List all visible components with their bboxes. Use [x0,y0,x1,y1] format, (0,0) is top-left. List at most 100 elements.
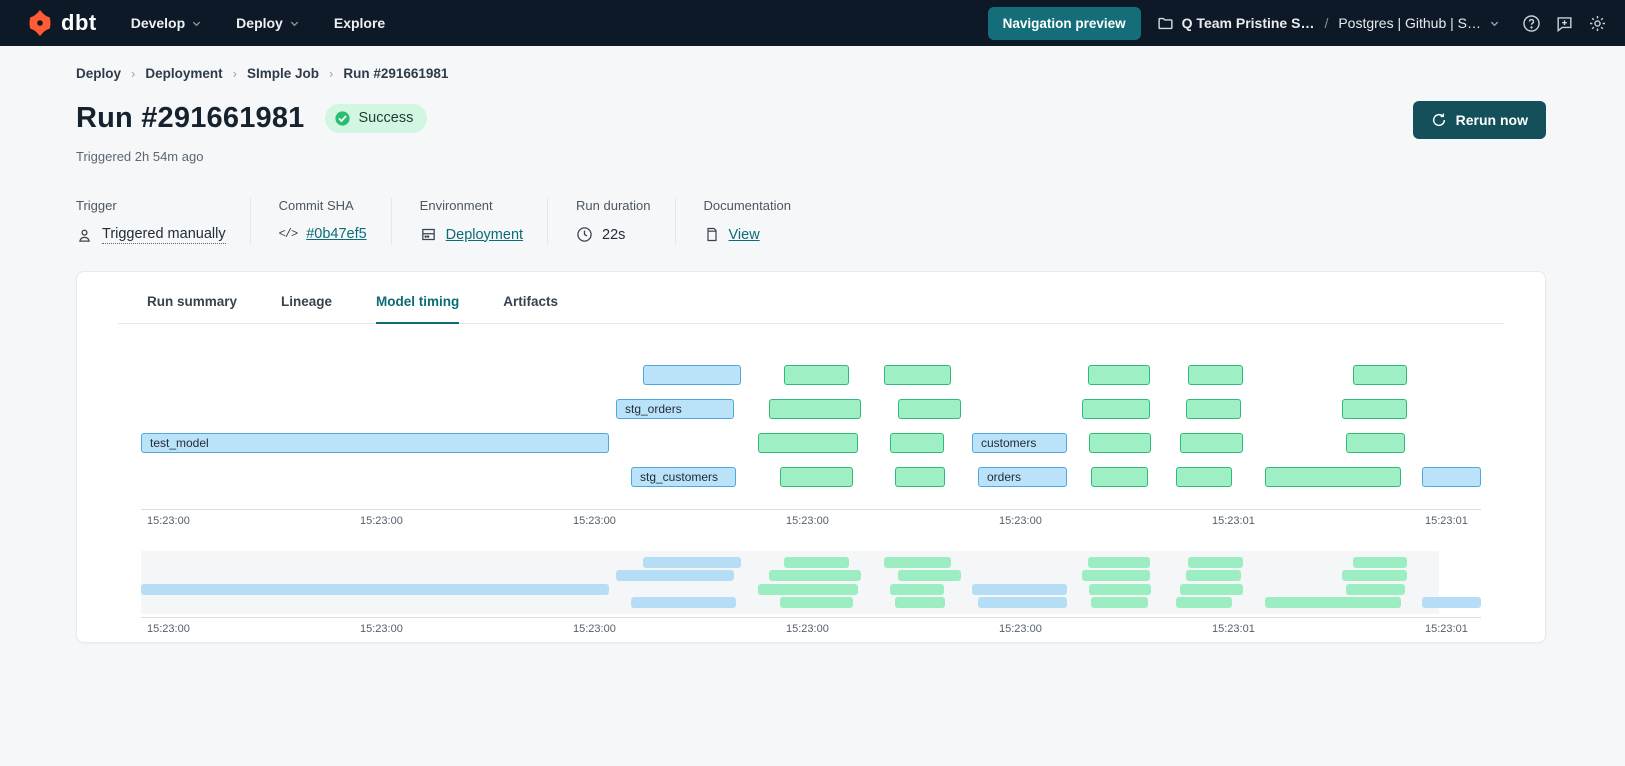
status-badge-label: Success [359,110,414,126]
gantt-bar[interactable] [1346,433,1405,453]
gantt-bar[interactable] [898,399,961,419]
gantt-bar[interactable] [1188,365,1243,385]
nav-item-explore[interactable]: Explore [334,15,385,31]
dbt-logo[interactable]: dbt [26,9,97,37]
nav-item-label: Deploy [236,15,283,31]
gantt-bar[interactable] [1353,365,1407,385]
minimap-bar[interactable] [895,597,945,608]
minimap-bar[interactable] [1265,597,1401,608]
tab-run-summary[interactable]: Run summary [147,294,237,324]
gantt-bar[interactable] [780,467,853,487]
gantt-bar[interactable] [1091,467,1148,487]
gantt-bar-stg_orders[interactable]: stg_orders [616,399,734,419]
gantt-bar-orders[interactable]: orders [978,467,1067,487]
gantt-bar[interactable] [1186,399,1241,419]
gantt-bar[interactable] [643,365,741,385]
minimap-bar[interactable] [769,570,861,581]
gantt-bar[interactable] [890,433,944,453]
meta-link[interactable]: View [729,227,760,243]
gantt-bar[interactable] [895,467,945,487]
minimap-bar[interactable] [616,570,734,581]
minimap-bar[interactable] [784,557,849,568]
minimap-bar[interactable] [643,557,741,568]
gantt-bar[interactable] [1422,467,1481,487]
minimap-bar[interactable] [141,584,609,595]
gantt-bar[interactable] [1082,399,1150,419]
gantt-bar-test_model[interactable]: test_model [141,433,609,453]
gantt-bar[interactable] [1088,365,1150,385]
minimap-bar[interactable] [1188,557,1243,568]
minimap-bar[interactable] [884,557,951,568]
minimap-bar[interactable] [780,597,853,608]
project-name[interactable]: Postgres | Github | S… [1338,15,1481,31]
navigation-preview-button[interactable]: Navigation preview [988,7,1141,40]
feedback-icon[interactable] [1555,14,1574,33]
gantt-bar[interactable] [758,433,858,453]
account-name[interactable]: Q Team Pristine S… [1182,15,1315,31]
minimap-bar[interactable] [1089,584,1151,595]
chevron-down-icon[interactable] [1489,18,1500,29]
meta-link[interactable]: Deployment [446,227,523,243]
gantt-bar-customers[interactable]: customers [972,433,1067,453]
gantt-bar[interactable] [784,365,849,385]
model-timing-gantt: stg_orders test_model customers stg_custome… [141,365,1501,637]
gantt-tick-label: 15:23:00 [573,515,616,527]
top-nav: dbt Develop Deploy Explore Navigation prev… [0,0,1625,46]
meta-link[interactable]: #0b47ef5 [306,226,366,242]
gantt-bar[interactable] [1180,433,1243,453]
meta-value: Triggered manually [76,226,226,244]
tab-artifacts[interactable]: Artifacts [503,294,558,324]
meta-trigger: Trigger Triggered manually [76,198,250,244]
minimap-bar[interactable] [758,584,858,595]
tab-model-timing[interactable]: Model timing [376,294,459,324]
clock-icon [576,226,593,243]
breadcrumb-item[interactable]: SImple Job [247,66,319,81]
minimap-bar[interactable] [890,584,944,595]
meta-run-duration: Run duration22s [547,198,674,244]
nav-item-develop[interactable]: Develop [131,15,202,31]
nav-menu: Develop Deploy Explore [131,15,386,31]
minimap-bar[interactable] [1088,557,1150,568]
minimap-bar[interactable] [978,597,1067,608]
breadcrumb-item: Run #291661981 [343,66,448,81]
minimap-bar[interactable] [631,597,736,608]
gantt-bar[interactable] [884,365,951,385]
minimap-bar[interactable] [898,570,961,581]
minimap-bar[interactable] [1422,597,1481,608]
minimap-bar[interactable] [1342,570,1407,581]
minimap-bar[interactable] [1180,584,1243,595]
minimap-bar[interactable] [1353,557,1407,568]
gantt-bar[interactable] [1089,433,1151,453]
meta-label: Commit SHA [279,198,367,213]
rerun-now-button[interactable]: Rerun now [1413,101,1546,139]
minimap-bar[interactable] [1186,570,1241,581]
minimap-bar[interactable] [1091,597,1148,608]
gantt-tick-label: 15:23:01 [1425,515,1468,527]
minimap-bar[interactable] [1176,597,1232,608]
meta-text[interactable]: Triggered manually [102,226,226,244]
settings-icon[interactable] [1588,14,1607,33]
triggered-timestamp: Triggered 2h 54m ago [76,149,1546,164]
gantt-bar-stg_customers[interactable]: stg_customers [631,467,736,487]
gantt-bar[interactable] [1342,399,1407,419]
breadcrumb-item[interactable]: Deploy [76,66,121,81]
gantt-bar[interactable] [1176,467,1232,487]
minimap-tick-label: 15:23:00 [786,623,829,635]
minimap-tick-label: 15:23:00 [147,623,190,635]
run-detail-card: Run summaryLineageModel timingArtifacts … [76,271,1546,643]
breadcrumb-item[interactable]: Deployment [145,66,222,81]
dbt-logo-text: dbt [61,10,97,36]
meta-label: Trigger [76,198,226,213]
minimap-bar[interactable] [1346,584,1405,595]
tab-lineage[interactable]: Lineage [281,294,332,324]
minimap-bar[interactable] [972,584,1067,595]
run-metadata-row: TriggerTriggered manuallyCommit SHA</>#0… [76,198,1546,244]
meta-value: View [704,226,791,243]
nav-item-deploy[interactable]: Deploy [236,15,300,31]
gantt-bar[interactable] [769,399,861,419]
document-icon [704,226,720,243]
gantt-bar[interactable] [1265,467,1401,487]
minimap-bar[interactable] [1082,570,1150,581]
help-icon[interactable] [1522,14,1541,33]
gantt-axis-line [141,509,1481,510]
